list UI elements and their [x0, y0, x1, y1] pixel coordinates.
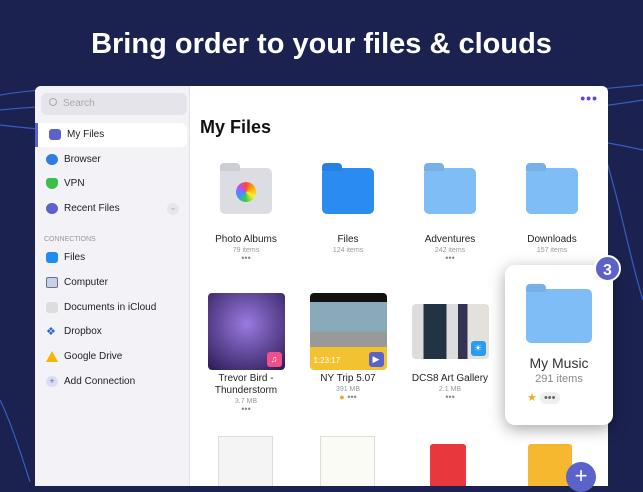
- download-folder-icon: [526, 168, 578, 214]
- sidebar-item-google-drive[interactable]: Google Drive: [35, 345, 187, 369]
- sidebar-item-browser[interactable]: Browser: [35, 148, 187, 172]
- dragged-folder-card[interactable]: My Music 291 items ★ •••: [505, 265, 613, 425]
- label: Browser: [64, 154, 101, 165]
- sidebar-item-files[interactable]: Files: [35, 246, 187, 270]
- name: My Music: [529, 355, 589, 371]
- compass-icon: [46, 154, 58, 165]
- headline: Bring order to your files & clouds: [91, 28, 552, 60]
- shield-icon: [46, 178, 58, 189]
- apple-folder-icon: [322, 168, 374, 214]
- plus-icon: +: [46, 376, 58, 387]
- name: Photo Albums: [215, 234, 277, 245]
- photos-folder-icon: [220, 168, 272, 214]
- sidebar-item-add-connection[interactable]: + Add Connection: [35, 370, 187, 394]
- name: Adventures: [424, 234, 476, 245]
- more-icon[interactable]: •••: [196, 405, 296, 414]
- count: 157 items: [536, 247, 568, 254]
- folder-downloads[interactable]: Downloads 157 items: [502, 168, 602, 254]
- name: Trevor Bird - Thunderstorm: [214, 373, 278, 396]
- more-icon[interactable]: •••: [196, 254, 296, 263]
- sidebar: Search My Files Browser VPN Recent Files…: [35, 86, 190, 486]
- chevron-down-icon[interactable]: ⌄: [167, 203, 179, 215]
- more-button[interactable]: •••: [580, 90, 598, 106]
- stack-count-badge: 3: [594, 255, 621, 282]
- computer-icon: [46, 277, 58, 288]
- thumbnail: 1:23:17 ▶: [309, 293, 387, 370]
- sidebar-item-vpn[interactable]: VPN: [35, 172, 187, 196]
- thumbnail: ☀: [411, 304, 489, 359]
- folder-icon: [526, 289, 592, 343]
- thumbnail: ♫: [207, 293, 285, 370]
- music-icon: ♫: [266, 352, 282, 367]
- label: Google Drive: [64, 351, 123, 362]
- label: Recent Files: [64, 203, 120, 214]
- count: 291 items: [535, 373, 583, 385]
- more-icon[interactable]: •••: [400, 393, 500, 402]
- google-drive-icon: [46, 351, 58, 362]
- page-title: My Files: [200, 117, 272, 137]
- document-thumbnail[interactable]: [218, 436, 273, 486]
- play-icon: ▶: [368, 352, 384, 367]
- folder-files[interactable]: Files 124 items: [298, 168, 398, 254]
- sidebar-item-icloud[interactable]: Documents in iCloud: [35, 296, 187, 320]
- label: My Files: [67, 129, 105, 140]
- count: 124 items: [332, 247, 364, 254]
- name: Files: [337, 234, 359, 245]
- sidebar-item-computer[interactable]: Computer: [35, 271, 187, 295]
- sidebar-item-recent-files[interactable]: Recent Files ⌄: [35, 197, 187, 221]
- label: VPN: [64, 178, 85, 189]
- file-art-gallery[interactable]: ☀ DCS8 Art Gallery 2.1 MB •••: [400, 304, 500, 402]
- sidebar-item-dropbox[interactable]: ❖ Dropbox: [35, 320, 187, 344]
- more-icon[interactable]: •••: [400, 254, 500, 263]
- search-icon: [49, 98, 57, 106]
- file-thunderstorm[interactable]: ♫ Trevor Bird - Thunderstorm 3.7 MB •••: [196, 293, 296, 414]
- folder-icon: [49, 129, 61, 140]
- clock-icon: [46, 203, 58, 214]
- folder-icon: [46, 252, 58, 263]
- folder-adventures[interactable]: Adventures 242 items •••: [400, 168, 500, 263]
- search-input[interactable]: Search: [41, 93, 187, 115]
- folder-photo-albums[interactable]: Photo Albums 79 items •••: [196, 168, 296, 263]
- section-header: CONNECTIONS: [44, 236, 96, 243]
- label: Dropbox: [64, 326, 102, 337]
- duration: 1:23:17: [313, 356, 341, 365]
- name: NY Trip 5.07: [320, 373, 376, 384]
- label: Documents in iCloud: [64, 302, 157, 313]
- star-icon[interactable]: ●: [339, 392, 344, 402]
- label: Computer: [64, 277, 108, 288]
- sidebar-item-my-files[interactable]: My Files: [35, 123, 187, 147]
- star-icon[interactable]: ★: [527, 392, 537, 404]
- image-icon: ☀: [470, 341, 486, 356]
- search-placeholder: Search: [63, 98, 95, 109]
- pdf-icon[interactable]: [430, 444, 466, 486]
- document-thumbnail[interactable]: [320, 436, 375, 486]
- more-icon[interactable]: •••: [347, 392, 356, 402]
- add-button[interactable]: +: [566, 462, 596, 492]
- name: DCS8 Art Gallery: [411, 373, 489, 384]
- label: Files: [64, 252, 86, 263]
- label: Add Connection: [64, 376, 136, 387]
- more-icon[interactable]: •••: [539, 392, 560, 404]
- name: Downloads: [527, 234, 577, 245]
- folder-icon: [424, 168, 476, 214]
- documents-icon: [46, 302, 58, 313]
- dropbox-icon: ❖: [46, 326, 56, 338]
- file-ny-trip[interactable]: 1:23:17 ▶ NY Trip 5.07 391 MB ● •••: [298, 293, 398, 402]
